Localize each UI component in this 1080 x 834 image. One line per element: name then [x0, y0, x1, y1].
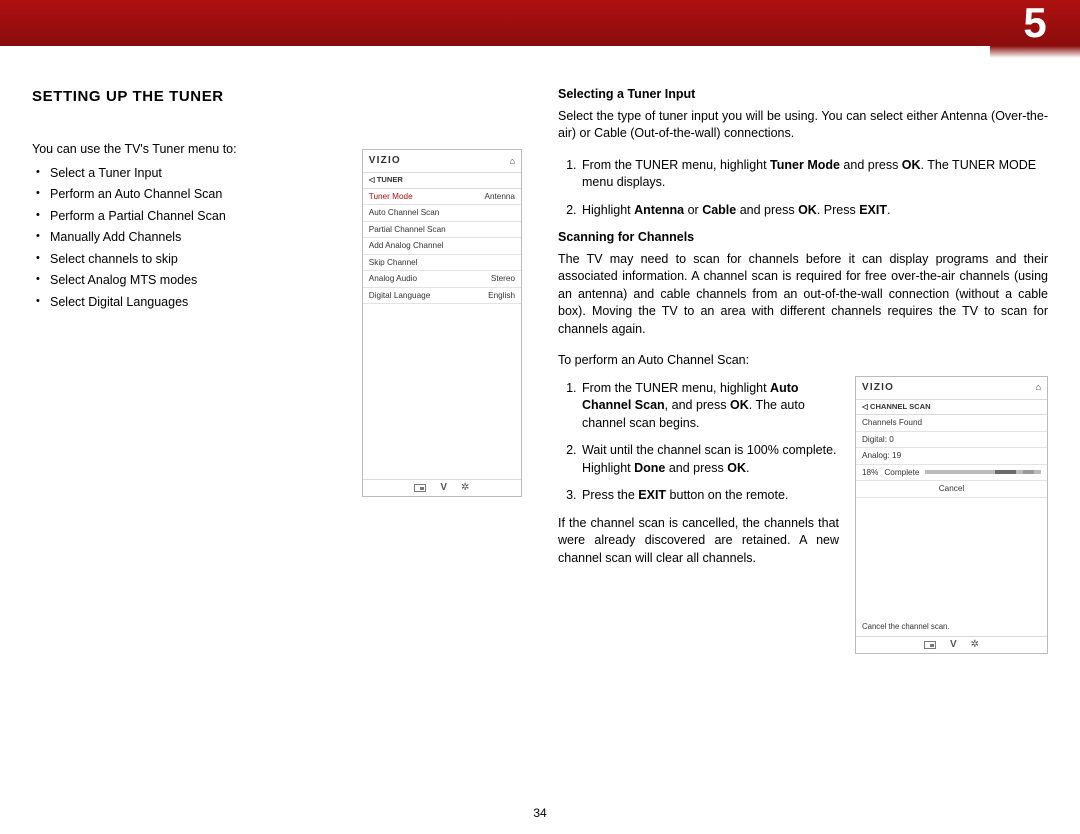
osd-row-value: Stereo: [491, 273, 515, 284]
v-icon: V: [440, 484, 447, 492]
list-item: Perform an Auto Channel Scan: [50, 186, 336, 204]
osd-row: Auto Channel Scan: [363, 205, 521, 221]
channel-scan-screenshot: VIZIO ⌂ ◁ CHANNEL SCAN Channels Found Di…: [855, 376, 1048, 655]
header-band: 5: [0, 0, 1080, 46]
step-item: From the TUNER menu, highlight Tuner Mod…: [580, 157, 1048, 192]
list-item: Manually Add Channels: [50, 229, 336, 247]
right-column: Selecting a Tuner Input Select the type …: [558, 86, 1048, 654]
left-column: SETTING UP THE TUNER You can use the TV'…: [32, 86, 522, 654]
osd-row: Analog Audio Stereo: [363, 271, 521, 287]
osd-row: Digital Language English: [363, 288, 521, 304]
osd-row-value: Antenna: [484, 191, 515, 202]
v-icon: V: [950, 641, 957, 649]
page-columns: SETTING UP THE TUNER You can use the TV'…: [0, 46, 1080, 654]
osd-breadcrumb: ◁ CHANNEL SCAN: [856, 399, 1047, 416]
osd-row: Channels Found: [856, 415, 1047, 431]
osd-breadcrumb: ◁ TUNER: [363, 172, 521, 189]
list-item: Select channels to skip: [50, 251, 336, 269]
osd-row-digital: Digital: 0: [856, 432, 1047, 448]
paragraph: Select the type of tuner input you will …: [558, 108, 1048, 143]
list-item: Select Analog MTS modes: [50, 272, 336, 290]
subsection-heading: Selecting a Tuner Input: [558, 86, 1048, 104]
osd-row-label: Tuner Mode: [369, 191, 413, 202]
osd-brand: VIZIO: [862, 381, 894, 395]
osd-crumb-label: CHANNEL SCAN: [870, 402, 931, 411]
pip-icon: [414, 484, 426, 492]
paragraph: The TV may need to scan for channels bef…: [558, 251, 1048, 339]
intro-text: You can use the TV's Tuner menu to:: [32, 141, 336, 159]
steps-tuner-input: From the TUNER menu, highlight Tuner Mod…: [558, 157, 1048, 220]
osd-row-analog: Analog: 19: [856, 448, 1047, 464]
back-icon: ◁: [862, 402, 868, 411]
cancel-button: Cancel: [856, 481, 1047, 497]
home-icon: ⌂: [510, 155, 515, 168]
section-title: SETTING UP THE TUNER: [32, 86, 522, 107]
pip-icon: [924, 641, 936, 649]
list-item: Select Digital Languages: [50, 294, 336, 312]
paragraph: If the channel scan is cancelled, the ch…: [558, 515, 839, 568]
step-item: Highlight Antenna or Cable and press OK.…: [580, 202, 1048, 220]
step-item: Press the EXIT button on the remote.: [580, 487, 839, 505]
osd-row-label: Skip Channel: [369, 257, 418, 268]
osd-row: Add Analog Channel: [363, 238, 521, 254]
chapter-number: 5: [990, 0, 1080, 58]
gear-icon: ✲: [461, 484, 469, 492]
list-item: Select a Tuner Input: [50, 165, 336, 183]
osd-row-label: Analog Audio: [369, 273, 417, 284]
steps-auto-scan: From the TUNER menu, highlight Auto Chan…: [558, 380, 839, 505]
home-icon: ⌂: [1036, 381, 1041, 394]
osd-bottom-bar: V ✲: [856, 636, 1047, 653]
progress-label: Complete: [884, 467, 919, 478]
osd-row-label: Auto Channel Scan: [369, 207, 440, 218]
progress-percent: 18%: [862, 467, 878, 478]
page-number: 34: [0, 806, 1080, 820]
step-item: Wait until the channel scan is 100% comp…: [580, 442, 839, 477]
osd-bottom-bar: V ✲: [363, 479, 521, 496]
osd-brand: VIZIO: [369, 154, 401, 168]
osd-crumb-label: TUNER: [377, 175, 403, 184]
osd-row-label: Add Analog Channel: [369, 240, 444, 251]
progress-bar: [925, 470, 1041, 474]
status-text: Cancel the channel scan.: [856, 618, 1047, 637]
paragraph: To perform an Auto Channel Scan:: [558, 352, 1048, 370]
back-icon: ◁: [369, 175, 375, 184]
osd-row-value: English: [488, 290, 515, 301]
progress-row: 18% Complete: [856, 465, 1047, 481]
list-item: Perform a Partial Channel Scan: [50, 208, 336, 226]
osd-row-label: Digital Language: [369, 290, 430, 301]
osd-row: Skip Channel: [363, 255, 521, 271]
step-item: From the TUNER menu, highlight Auto Chan…: [580, 380, 839, 433]
feature-bullet-list: Select a Tuner Input Perform an Auto Cha…: [32, 165, 336, 312]
subsection-heading: Scanning for Channels: [558, 229, 1048, 247]
osd-row: Partial Channel Scan: [363, 222, 521, 238]
tuner-menu-screenshot: VIZIO ⌂ ◁ TUNER Tuner Mode Antenna Auto …: [362, 149, 522, 497]
osd-row-label: Partial Channel Scan: [369, 224, 446, 235]
osd-row-tuner-mode: Tuner Mode Antenna: [363, 189, 521, 205]
gear-icon: ✲: [971, 641, 979, 649]
